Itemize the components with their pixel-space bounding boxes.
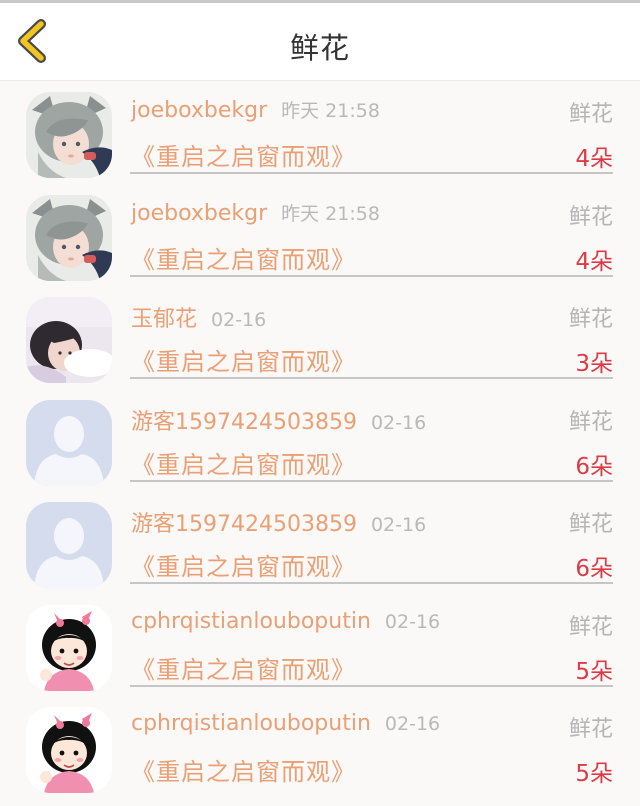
list-item[interactable]: joeboxbekgr 昨天 21:58 鲜花 《重启之启窗而观》 4朵 [0, 88, 640, 191]
row-divider [130, 172, 613, 174]
flower-count: 6朵 [575, 556, 613, 582]
row-divider [130, 377, 613, 379]
timestamp: 02-16 [370, 514, 427, 536]
timestamp: 02-16 [384, 610, 441, 633]
anime-girl-avatar[interactable] [26, 194, 112, 281]
username[interactable]: cphrqistianlouboputin 02-16 [131, 609, 440, 634]
username[interactable]: joeboxbekgr 昨天 21:58 [131, 96, 380, 123]
timestamp: 02-16 [370, 411, 427, 434]
row-divider [130, 684, 613, 687]
gift-type-label: 鲜花 [568, 409, 613, 435]
book-title-link[interactable]: 《重启之启窗而观》 [131, 752, 356, 787]
navigation-bar: 鲜花 [0, 3, 640, 81]
default-user-avatar[interactable] [26, 502, 112, 588]
book-title-link[interactable]: 《重启之启窗而观》 [131, 342, 356, 377]
username[interactable]: joeboxbekgr 昨天 21:58 [131, 199, 380, 226]
flower-count: 5朵 [575, 761, 613, 787]
default-user-avatar[interactable] [26, 399, 112, 486]
gift-type-label: 鲜花 [568, 512, 613, 537]
gift-type-label: 鲜花 [568, 307, 613, 332]
username[interactable]: 游客1597424503859 02-16 [131, 404, 426, 436]
gift-type-label: 鲜花 [568, 102, 613, 127]
timestamp: 02-16 [211, 309, 267, 331]
row-divider [130, 274, 613, 277]
book-title-link[interactable]: 《重启之启窗而观》 [131, 650, 356, 685]
flower-count: 5朵 [575, 658, 613, 685]
row-divider [130, 479, 613, 482]
book-title-link[interactable]: 《重启之启窗而观》 [131, 445, 356, 480]
timestamp: 02-16 [384, 713, 441, 735]
list-item[interactable]: cphrqistianlouboputin 02-16 鲜花 《重启之启窗而观》 … [0, 601, 640, 704]
gift-type-label: 鲜花 [568, 717, 613, 742]
gift-type-label: 鲜花 [568, 204, 613, 230]
flower-count: 4朵 [575, 248, 613, 275]
list-item[interactable]: 游客1597424503859 02-16 鲜花 《重启之启窗而观》 6朵 [0, 396, 640, 499]
list-item[interactable]: 玉郁花 02-16 鲜花 《重启之启窗而观》 3朵 [0, 293, 640, 396]
book-title-link[interactable]: 《重启之启窗而观》 [131, 240, 356, 275]
list-item[interactable]: joeboxbekgr 昨天 21:58 鲜花 《重启之启窗而观》 4朵 [0, 191, 640, 294]
flower-count: 4朵 [575, 146, 613, 172]
list-item[interactable]: 游客1597424503859 02-16 鲜花 《重启之启窗而观》 6朵 [0, 498, 640, 601]
page-title: 鲜花 [289, 31, 350, 65]
flower-count: 6朵 [575, 453, 613, 480]
book-title-link[interactable]: 《重启之启窗而观》 [131, 137, 356, 172]
gift-type-label: 鲜花 [568, 614, 613, 640]
row-divider [130, 582, 613, 584]
book-title-link[interactable]: 《重启之启窗而观》 [131, 547, 356, 582]
cartoon-girl-avatar[interactable] [26, 707, 112, 793]
flower-count: 3朵 [575, 351, 613, 377]
username[interactable]: cphrqistianlouboputin 02-16 [131, 711, 440, 736]
list-item[interactable]: cphrqistianlouboputin 02-16 鲜花 《重启之启窗而观》 … [0, 703, 640, 806]
timestamp: 昨天 21:58 [281, 202, 380, 225]
anime-girl-avatar[interactable] [26, 92, 112, 178]
username[interactable]: 游客1597424503859 02-16 [131, 506, 426, 538]
flower-record-list: joeboxbekgr 昨天 21:58 鲜花 《重启之启窗而观》 4朵 joe… [0, 88, 640, 806]
photo-avatar[interactable] [26, 297, 112, 383]
username[interactable]: 玉郁花 02-16 [131, 301, 266, 333]
timestamp: 昨天 21:58 [281, 100, 380, 122]
cartoon-girl-avatar[interactable] [26, 604, 112, 691]
